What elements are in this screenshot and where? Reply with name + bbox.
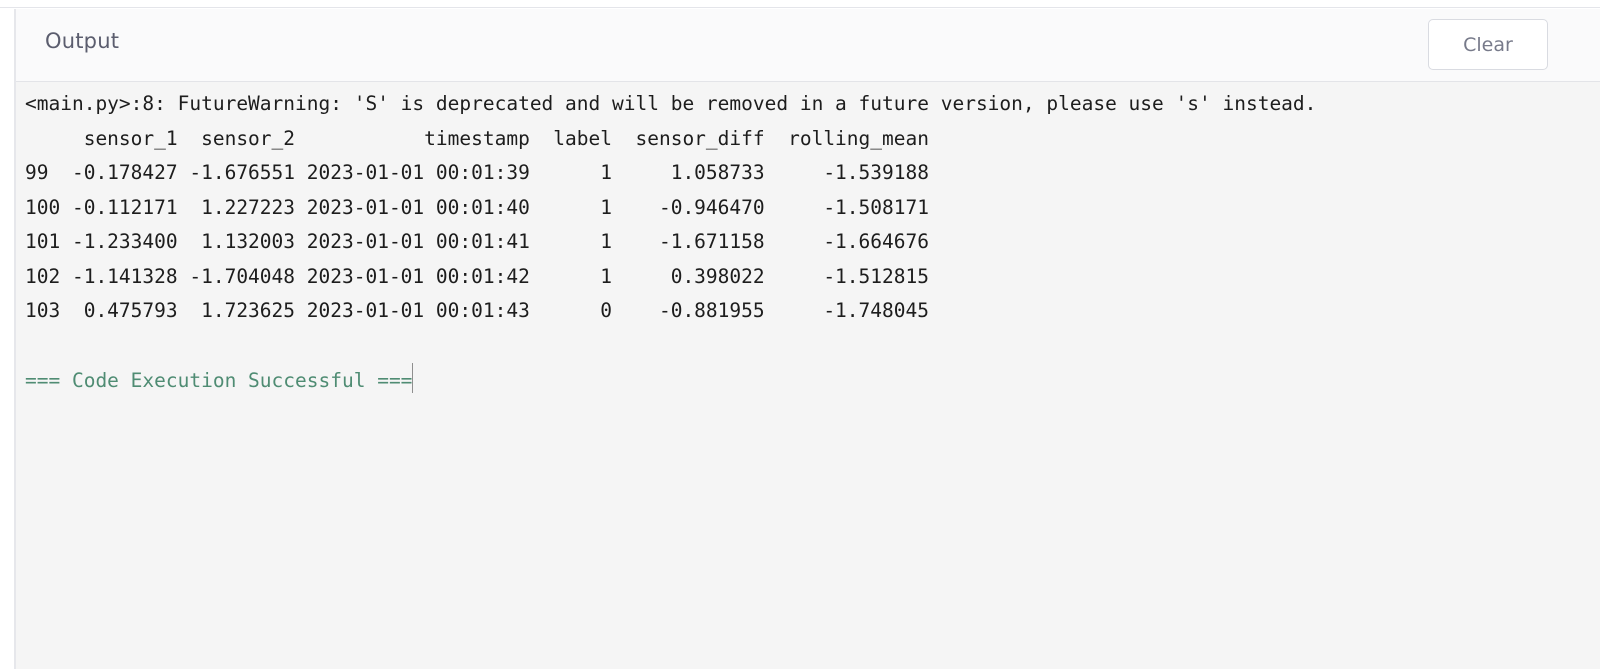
output-panel: Output Clear <main.py>:8: FutureWarning:… — [14, 9, 1600, 669]
table-row: 99 -0.178427 -1.676551 2023-01-01 00:01:… — [25, 161, 929, 184]
success-line: === Code Execution Successful === — [25, 363, 1316, 398]
clear-button[interactable]: Clear — [1428, 19, 1548, 70]
table-row: 100 -0.112171 1.227223 2023-01-01 00:01:… — [25, 195, 929, 219]
success-message: === Code Execution Successful === — [25, 369, 413, 392]
table-row: 101 -1.233400 1.132003 2023-01-01 00:01:… — [25, 230, 929, 253]
panel-title: Output — [45, 29, 120, 53]
table-row: 103 0.475793 1.723625 2023-01-01 00:01:4… — [25, 299, 929, 322]
text-caret — [412, 363, 414, 393]
top-strip — [0, 0, 1600, 8]
output-header: Output Clear — [16, 9, 1600, 82]
table-header-line: sensor_1 sensor_2 timestamp label sensor… — [25, 126, 929, 150]
warning-line: <main.py>:8: FutureWarning: 'S' is depre… — [25, 92, 1317, 115]
output-console[interactable]: <main.py>:8: FutureWarning: 'S' is depre… — [25, 87, 1316, 398]
table-row: 102 -1.141328 -1.704048 2023-01-01 00:01… — [25, 264, 929, 288]
